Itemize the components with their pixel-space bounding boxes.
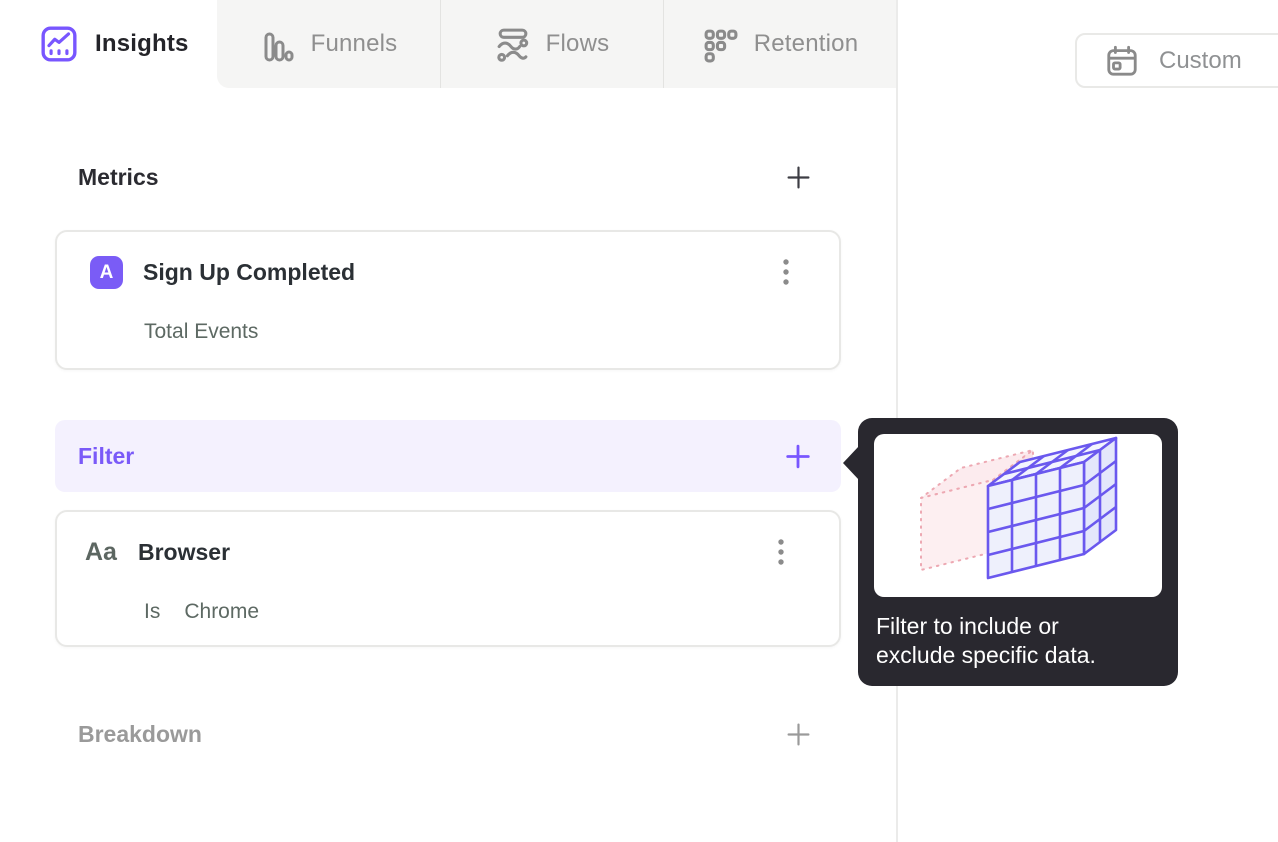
tooltip-text: Filter to include or exclude specific da… <box>876 613 1096 668</box>
filter-cubes-illustration <box>893 436 1143 596</box>
tab-funnels[interactable]: Funnels <box>217 0 440 88</box>
metric-event-name[interactable]: Sign Up Completed <box>143 259 355 286</box>
metrics-section-title: Metrics <box>78 163 159 190</box>
retention-icon <box>702 26 739 63</box>
tab-funnels-label: Funnels <box>310 30 398 57</box>
filter-value[interactable]: Chrome <box>184 600 259 623</box>
filter-section-header: Filter <box>55 420 841 492</box>
tab-retention[interactable]: Retention <box>663 0 897 88</box>
breakdown-section-title: Breakdown <box>78 720 202 747</box>
filter-card[interactable]: Aa Browser Is Chrome <box>55 510 841 647</box>
tab-flows[interactable]: Flows <box>440 0 663 88</box>
insights-page: Insights Funnels Flows Retention Custom … <box>0 0 1278 842</box>
add-breakdown-button[interactable] <box>785 721 811 747</box>
calendar-icon <box>1105 44 1139 78</box>
funnels-icon <box>260 26 296 62</box>
metric-options-kebab-icon[interactable] <box>771 256 801 289</box>
tooltip-illustration-panel <box>874 434 1162 597</box>
add-filter-button[interactable] <box>785 443 811 469</box>
report-tabbar: Insights Funnels Flows Retention <box>0 0 897 88</box>
metric-card[interactable]: A Sign Up Completed Total Events <box>55 230 841 370</box>
metrics-section-header: Metrics <box>55 160 841 194</box>
tab-retention-label: Retention <box>753 30 859 57</box>
filter-section-title: Filter <box>78 442 135 469</box>
tab-separator <box>440 0 441 88</box>
filter-operator[interactable]: Is <box>144 600 160 623</box>
tab-insights[interactable]: Insights <box>0 0 217 88</box>
flows-icon <box>494 26 531 63</box>
breakdown-section-header: Breakdown <box>55 717 841 751</box>
add-metric-button[interactable] <box>785 164 811 190</box>
custom-date-range-button[interactable]: Custom <box>1075 33 1278 88</box>
filter-condition: Is Chrome <box>144 600 259 624</box>
tab-separator <box>663 0 664 88</box>
tab-flows-label: Flows <box>545 30 610 57</box>
metric-aggregation[interactable]: Total Events <box>144 320 258 344</box>
filter-help-tooltip: Filter to include or exclude specific da… <box>843 418 1178 686</box>
insights-chart-icon <box>40 25 78 63</box>
custom-date-range-label: Custom <box>1159 46 1242 74</box>
metric-series-badge: A <box>90 256 123 289</box>
tab-insights-label: Insights <box>95 30 189 57</box>
text-property-icon: Aa <box>85 538 117 566</box>
tooltip-arrow <box>843 446 859 480</box>
filter-property-name[interactable]: Browser <box>138 539 230 566</box>
filter-options-kebab-icon[interactable] <box>766 536 796 569</box>
